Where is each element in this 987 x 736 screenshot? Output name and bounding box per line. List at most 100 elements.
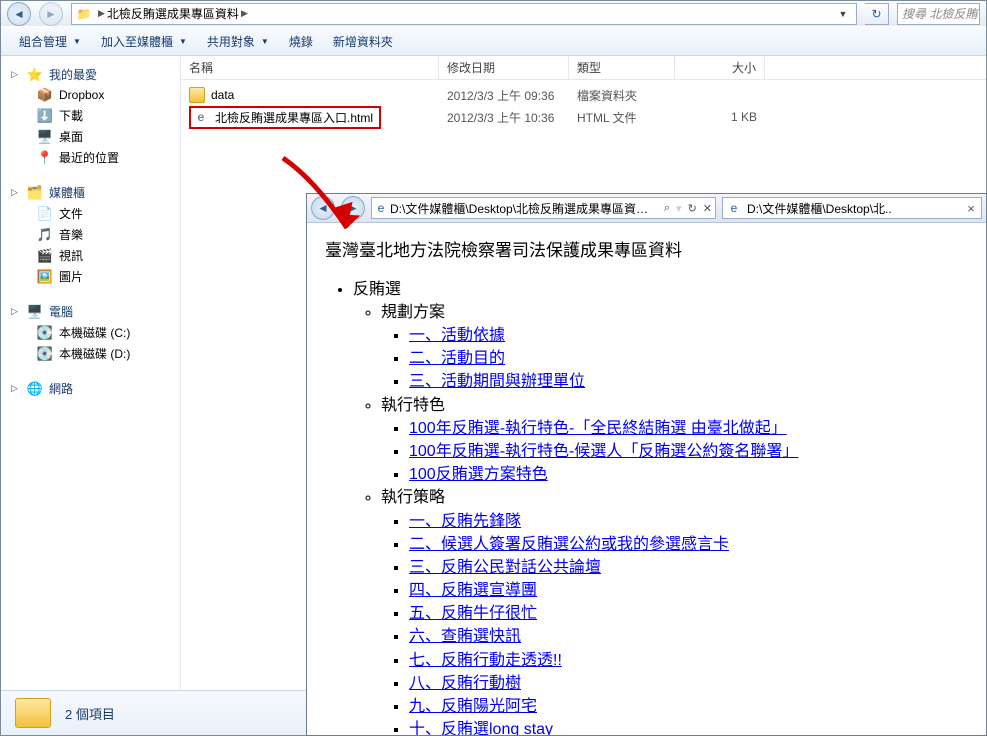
nav-forward-button[interactable]: ►	[39, 2, 63, 26]
ie-tab[interactable]: e D:\文件媒體櫃\Desktop\北.. ×	[722, 197, 982, 219]
item-icon: 🎬	[37, 248, 53, 264]
ie-page-icon: e	[372, 201, 390, 215]
tree-leaf: 二、活動目的	[409, 347, 968, 370]
ie-forward-button[interactable]: ►	[341, 196, 365, 220]
stop-icon[interactable]: ✕	[700, 202, 715, 215]
sidebar-item[interactable]: ⬇️下載	[1, 105, 180, 126]
item-icon: 📦	[37, 87, 53, 103]
sidebar-favorites-header[interactable]: ▷⭐我的最愛	[1, 64, 180, 85]
content-link[interactable]: 三、活動期間與辦理單位	[409, 373, 585, 390]
network-icon: 🌐	[27, 381, 43, 397]
highlighted-file: e北檢反賄選成果專區入口.html	[189, 106, 381, 129]
item-icon: 🖥️	[37, 129, 53, 145]
col-size[interactable]: 大小	[675, 56, 765, 79]
nav-back-button[interactable]: ◄	[7, 2, 31, 26]
tree-leaf: 三、活動期間與辦理單位	[409, 370, 968, 393]
tree-leaf: 七、反賄行動走透透!!	[409, 649, 968, 672]
column-headers[interactable]: 名稱 修改日期 類型 大小	[181, 56, 986, 80]
content-link[interactable]: 七、反賄行動走透透!!	[409, 652, 562, 669]
ie-titlebar: ◄ ► e D:\文件媒體櫃\Desktop\北檢反賄選成果專區資料\北檢反 ⌕…	[307, 194, 986, 223]
refresh-icon[interactable]: ↻	[685, 202, 700, 215]
content-link[interactable]: 100年反賄選-執行特色-候選人「反賄選公約簽名聯署」	[409, 443, 798, 460]
tree-leaf: 六、查賄選快訊	[409, 625, 968, 648]
sidebar-item[interactable]: 📄文件	[1, 203, 180, 224]
search-icon[interactable]: ⌕	[661, 202, 673, 215]
tree-leaf: 100反賄選方案特色	[409, 463, 968, 486]
tree-leaf: 一、活動依據	[409, 324, 968, 347]
close-icon[interactable]: ×	[963, 200, 979, 216]
breadcrumb-dropdown[interactable]: ▼	[834, 9, 852, 19]
content-link[interactable]: 六、查賄選快訊	[409, 628, 521, 645]
content-link[interactable]: 二、候選人簽署反賄選公約或我的參選感言卡	[409, 536, 729, 553]
library-icon: 🗂️	[27, 185, 43, 201]
sidebar-item[interactable]: 🖥️桌面	[1, 126, 180, 147]
content-link[interactable]: 五、反賄牛仔很忙	[409, 605, 537, 622]
tree-leaf: 二、候選人簽署反賄選公約或我的參選感言卡	[409, 533, 968, 556]
tree-leaf: 100年反賄選-執行特色-候選人「反賄選公約簽名聯署」	[409, 440, 968, 463]
item-icon: 🎵	[37, 227, 53, 243]
breadcrumb-bar[interactable]: 📁 ▶ 北檢反賄選成果專區資料 ▶ ▼	[71, 3, 857, 25]
content-link[interactable]: 一、活動依據	[409, 327, 505, 344]
sidebar-computer-header[interactable]: ▷🖥️電腦	[1, 301, 180, 322]
content-link[interactable]: 100年反賄選-執行特色-「全民終結賄選 由臺北做起」	[409, 420, 787, 437]
breadcrumb-text[interactable]: 北檢反賄選成果專區資料	[107, 5, 239, 22]
include-menu[interactable]: 加入至媒體櫃▼	[91, 29, 197, 54]
content-link[interactable]: 二、活動目的	[409, 350, 505, 367]
burn-button[interactable]: 燒錄	[279, 29, 323, 54]
content-link[interactable]: 100反賄選方案特色	[409, 466, 548, 483]
share-menu[interactable]: 共用對象▼	[197, 29, 279, 54]
tree-leaf: 一、反賄先鋒隊	[409, 510, 968, 533]
ie-address-bar[interactable]: e D:\文件媒體櫃\Desktop\北檢反賄選成果專區資料\北檢反 ⌕ ▾ ↻…	[371, 197, 716, 219]
sidebar-item[interactable]: 💽本機磁碟 (C:)	[1, 322, 180, 343]
tree-node: 執行策略一、反賄先鋒隊二、候選人簽署反賄選公約或我的參選感言卡三、反賄公民對話公…	[381, 486, 968, 735]
sidebar-library-header[interactable]: ▷🗂️媒體櫃	[1, 182, 180, 203]
ie-back-button[interactable]: ◄	[311, 196, 335, 220]
folder-icon	[15, 698, 51, 728]
newfolder-button[interactable]: 新增資料夾	[323, 29, 403, 54]
breadcrumb-sep: ▶	[98, 8, 105, 19]
folder-icon: 📁	[76, 6, 92, 22]
file-row[interactable]: data2012/3/3 上午 09:36檔案資料夾	[181, 84, 986, 106]
content-link[interactable]: 一、反賄先鋒隊	[409, 513, 521, 530]
explorer-toolbar: 組合管理▼ 加入至媒體櫃▼ 共用對象▼ 燒錄 新增資料夾	[1, 26, 986, 56]
col-type[interactable]: 類型	[569, 56, 675, 79]
sidebar-item[interactable]: 🎬視訊	[1, 245, 180, 266]
content-link[interactable]: 八、反賄行動樹	[409, 675, 521, 692]
tree-leaf: 三、反賄公民對話公共論壇	[409, 556, 968, 579]
folder-icon	[189, 87, 205, 103]
ie-content: 臺灣臺北地方法院檢察署司法保護成果專區資料 反賄選規劃方案一、活動依據二、活動目…	[307, 223, 986, 735]
status-text: 2 個項目	[65, 704, 115, 723]
col-name[interactable]: 名稱	[181, 56, 439, 79]
item-icon: 💽	[37, 346, 53, 362]
computer-icon: 🖥️	[27, 304, 43, 320]
sidebar-item[interactable]: 🎵音樂	[1, 224, 180, 245]
sidebar: ▷⭐我的最愛 📦Dropbox⬇️下載🖥️桌面📍最近的位置 ▷🗂️媒體櫃 📄文件…	[1, 56, 181, 690]
content-link[interactable]: 十、反賄選long stay	[409, 721, 553, 735]
item-icon: 🖼️	[37, 269, 53, 285]
ie-page-icon: e	[725, 201, 743, 215]
tree-leaf: 100年反賄選-執行特色-「全民終結賄選 由臺北做起」	[409, 417, 968, 440]
content-link[interactable]: 四、反賄選宣導團	[409, 582, 537, 599]
sidebar-item[interactable]: 🖼️圖片	[1, 266, 180, 287]
content-link[interactable]: 三、反賄公民對話公共論壇	[409, 559, 601, 576]
tree-leaf: 八、反賄行動樹	[409, 672, 968, 695]
page-title: 臺灣臺北地方法院檢察署司法保護成果專區資料	[325, 239, 968, 264]
sidebar-item[interactable]: 💽本機磁碟 (D:)	[1, 343, 180, 364]
content-link[interactable]: 九、反賄陽光阿宅	[409, 698, 537, 715]
sidebar-item[interactable]: 📍最近的位置	[1, 147, 180, 168]
file-row[interactable]: e北檢反賄選成果專區入口.html2012/3/3 上午 10:36HTML 文…	[181, 106, 986, 128]
ie-window: ◄ ► e D:\文件媒體櫃\Desktop\北檢反賄選成果專區資料\北檢反 ⌕…	[306, 193, 987, 736]
refresh-button[interactable]: ↻	[865, 3, 889, 25]
tree-node: 反賄選規劃方案一、活動依據二、活動目的三、活動期間與辦理單位執行特色100年反賄…	[353, 278, 968, 735]
sidebar-item[interactable]: 📦Dropbox	[1, 85, 180, 105]
breadcrumb-sep: ▶	[241, 8, 248, 19]
tree-leaf: 五、反賄牛仔很忙	[409, 602, 968, 625]
search-input[interactable]: 搜尋 北檢反賄	[897, 3, 980, 25]
col-date[interactable]: 修改日期	[439, 56, 569, 79]
sidebar-network-header[interactable]: ▷🌐網路	[1, 378, 180, 399]
ie-address-text: D:\文件媒體櫃\Desktop\北檢反賄選成果專區資料\北檢反	[390, 200, 661, 217]
organize-menu[interactable]: 組合管理▼	[9, 29, 91, 54]
explorer-titlebar: ◄ ► 📁 ▶ 北檢反賄選成果專區資料 ▶ ▼ ↻ 搜尋 北檢反賄	[1, 1, 986, 26]
item-icon: ⬇️	[37, 108, 53, 124]
ie-tab-title: D:\文件媒體櫃\Desktop\北..	[747, 200, 959, 217]
